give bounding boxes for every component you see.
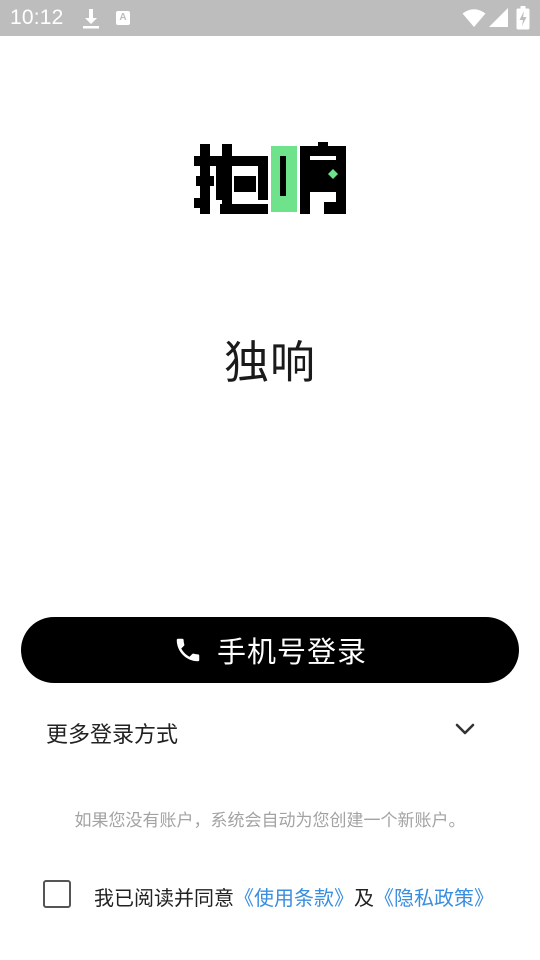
more-login-options[interactable]: 更多登录方式 — [46, 707, 486, 755]
status-time: 10:12 — [10, 6, 64, 29]
cellular-signal-icon — [489, 8, 508, 27]
agreement-prefix: 我已阅读并同意 — [94, 886, 234, 910]
phone-icon — [176, 638, 200, 662]
agreement-text: 我已阅读并同意《使用条款》及《隐私政策》 — [94, 882, 494, 911]
phone-login-label: 手机号登录 — [216, 635, 367, 669]
chevron-down-icon[interactable] — [455, 723, 475, 737]
app-name: 独响 — [223, 336, 316, 389]
auto-create-account-hint: 如果您没有账户，系统会自动为您创建一个新账户。 — [74, 811, 466, 831]
agreement-conjunction: 及 — [354, 886, 374, 910]
a-notification-icon: A — [116, 11, 130, 25]
phone-login-button[interactable]: 手机号登录 — [21, 617, 519, 683]
app-logo — [194, 142, 346, 214]
status-bar: 10:12 A — [0, 0, 540, 36]
download-icon — [83, 9, 99, 29]
privacy-policy-link[interactable]: 《隐私政策》 — [374, 886, 494, 910]
wifi-icon — [462, 9, 486, 27]
agreement-checkbox[interactable] — [43, 880, 71, 908]
more-login-options-label: 更多登录方式 — [46, 723, 179, 748]
terms-of-use-link[interactable]: 《使用条款》 — [234, 886, 354, 910]
battery-charging-icon — [516, 6, 530, 30]
